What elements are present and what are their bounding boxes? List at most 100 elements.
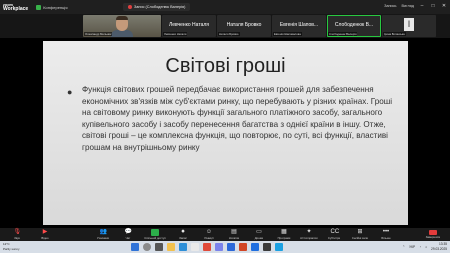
end-button[interactable]: Завершити (418, 228, 448, 241)
weather-widget[interactable]: 12°C Partly sunny (3, 242, 20, 251)
share-button[interactable]: Спільний доступ (140, 228, 170, 241)
task-view-icon[interactable] (155, 243, 163, 251)
chat-icon: 💬 (124, 229, 132, 235)
language-indicator[interactable]: УКР (409, 245, 415, 249)
reactions-label: Реакції (204, 236, 214, 240)
volume-icon[interactable]: ◖ (425, 245, 427, 249)
record-icon: ⏺ (181, 229, 185, 235)
participants-icon: 👥 (99, 229, 107, 235)
video-off-icon: ▶ (42, 229, 48, 235)
file-explorer-icon[interactable] (167, 243, 175, 251)
share-label: Спільний доступ (144, 236, 166, 240)
participant-tile[interactable]: Евгенія Шапов... Евгенія Шаповалова (272, 15, 326, 37)
windows-taskbar: 12°C Partly sunny ⌃ УКР ◔ ◖ 13:35 29.03.… (0, 241, 450, 253)
meeting-toolbar: 🎙 Звук ▶ Відео 👥 Учасники 💬 Чат Спільний… (0, 228, 450, 241)
reactions-icon: ☺ (205, 229, 213, 235)
audio-button[interactable]: 🎙 Звук (2, 228, 32, 241)
whiteboard-label: Дошки (254, 236, 264, 240)
whiteboard-icon: ▭ (256, 229, 262, 235)
participant-label: Левченко Наталя (163, 32, 188, 36)
participant-tile[interactable]: Левченко Наталя Левченко Наталя (162, 15, 216, 37)
more-icon: ••• (382, 229, 390, 235)
slide-title: Світові гроші (165, 55, 286, 77)
record-dot-icon (128, 5, 132, 9)
captions-icon: CC (330, 229, 340, 235)
word-icon[interactable] (227, 243, 235, 251)
meeting-info[interactable]: Конференція (36, 4, 68, 10)
participant-tile[interactable]: Наталя Бровко Наталя Бровко (217, 15, 271, 37)
search-icon[interactable] (143, 243, 151, 251)
presentation-slide: Світові гроші ● Функція світових грошей … (43, 41, 408, 225)
participant-name: Евгенія Шапов... (279, 22, 319, 28)
zoom-app-icon[interactable] (251, 243, 259, 251)
chat-label: Чат (125, 236, 131, 240)
apps-label: Програми (277, 236, 291, 240)
participant-label: Евгенія Шаповалова (273, 32, 302, 36)
more-button[interactable]: ••• Більше (371, 228, 401, 241)
participant-name: Слободенюк В... (334, 22, 374, 28)
app-icon[interactable] (263, 243, 271, 251)
notes-icon: ▤ (231, 229, 237, 235)
conference-label: Конференція (43, 4, 68, 10)
powerpoint-icon[interactable] (239, 243, 247, 251)
minimize-icon[interactable]: – (419, 3, 425, 9)
view-label[interactable]: Вигляд (402, 4, 414, 8)
weather-desc: Partly sunny (3, 246, 20, 251)
avatar-letter: I (404, 18, 414, 31)
chevron-up-icon[interactable]: ⌃ (402, 245, 405, 249)
chrome-icon[interactable] (203, 243, 211, 251)
store-icon[interactable] (191, 243, 199, 251)
slide-body-text: Функція світових грошей передбачає викор… (82, 85, 392, 152)
maximize-icon[interactable]: □ (430, 3, 436, 9)
participant-label: Слободенюк Валерія (328, 32, 358, 36)
chat-button[interactable]: 💬 Чат (113, 228, 143, 241)
participants-label: Учасники (96, 236, 110, 240)
windows-start-icon[interactable] (131, 243, 139, 251)
system-tray: ⌃ УКР ◔ ◖ 13:35 29.03.2025 (402, 242, 447, 251)
video-button[interactable]: ▶ Відео (30, 228, 60, 241)
apps-icon: ▦ (281, 229, 287, 235)
participant-label: Олександр Мельник (84, 32, 113, 36)
video-label: Відео (41, 236, 49, 240)
ai-label: AI Companion (300, 236, 318, 240)
notes-label: Нотатки (228, 236, 240, 240)
participant-tile-active-speaker[interactable]: Слободенюк В... Слободенюк Валерія (327, 15, 381, 37)
participant-tile-camera[interactable]: Олександр Мельник (83, 15, 161, 37)
more-label: Більше (381, 236, 391, 240)
end-label: Завершити (425, 235, 441, 239)
share-screen-icon (151, 229, 159, 236)
sparkle-icon: ✦ (306, 229, 312, 235)
title-controls: Запись Вигляд – □ ✕ (384, 3, 447, 9)
participant-tile[interactable]: I Ірина Білинська (382, 15, 436, 37)
participant-name: Левченко Наталя (169, 22, 209, 28)
captions-label: Субтитри (327, 236, 341, 240)
zoom-window: zoom Workplace Конференція Запис (Слобод… (0, 0, 450, 253)
title-bar: zoom Workplace Конференція Запис (Слобод… (0, 0, 450, 14)
close-icon[interactable]: ✕ (441, 3, 447, 9)
bullet-icon: ● (67, 87, 73, 97)
rooms-icon: ⊞ (357, 229, 363, 235)
rooms-label: Сесійні зали (351, 236, 369, 240)
shield-icon (36, 4, 42, 10)
wifi-icon[interactable]: ◔ (419, 245, 421, 249)
participant-label: Ірина Білинська (383, 32, 406, 36)
participant-strip: Олександр Мельник Левченко Наталя Левчен… (0, 14, 450, 38)
participant-label: Наталя Бровко (218, 32, 240, 36)
right-label[interactable]: Запись (384, 4, 396, 8)
clock-date: 29.03.2025 (431, 246, 447, 251)
audio-label: Звук (14, 236, 20, 240)
telegram-icon[interactable] (275, 243, 283, 251)
recording-indicator[interactable]: Запис (Слободенюк Валерія) (123, 3, 191, 11)
edge-icon[interactable] (179, 243, 187, 251)
recording-label: Запис (Слободенюк Валерія) (134, 5, 186, 9)
mic-muted-icon: 🎙 (13, 229, 22, 235)
participant-name: Наталя Бровко (226, 22, 262, 28)
teams-icon[interactable] (215, 243, 223, 251)
brand-bottom: Workplace (3, 6, 29, 12)
clock[interactable]: 13:35 29.03.2025 (431, 242, 447, 251)
person-shirt (111, 30, 133, 37)
person-hair (116, 16, 128, 20)
shared-screen: Світові гроші ● Функція світових грошей … (0, 38, 450, 228)
record-label: Запис (179, 236, 187, 240)
zoom-logo: zoom Workplace (3, 3, 29, 12)
